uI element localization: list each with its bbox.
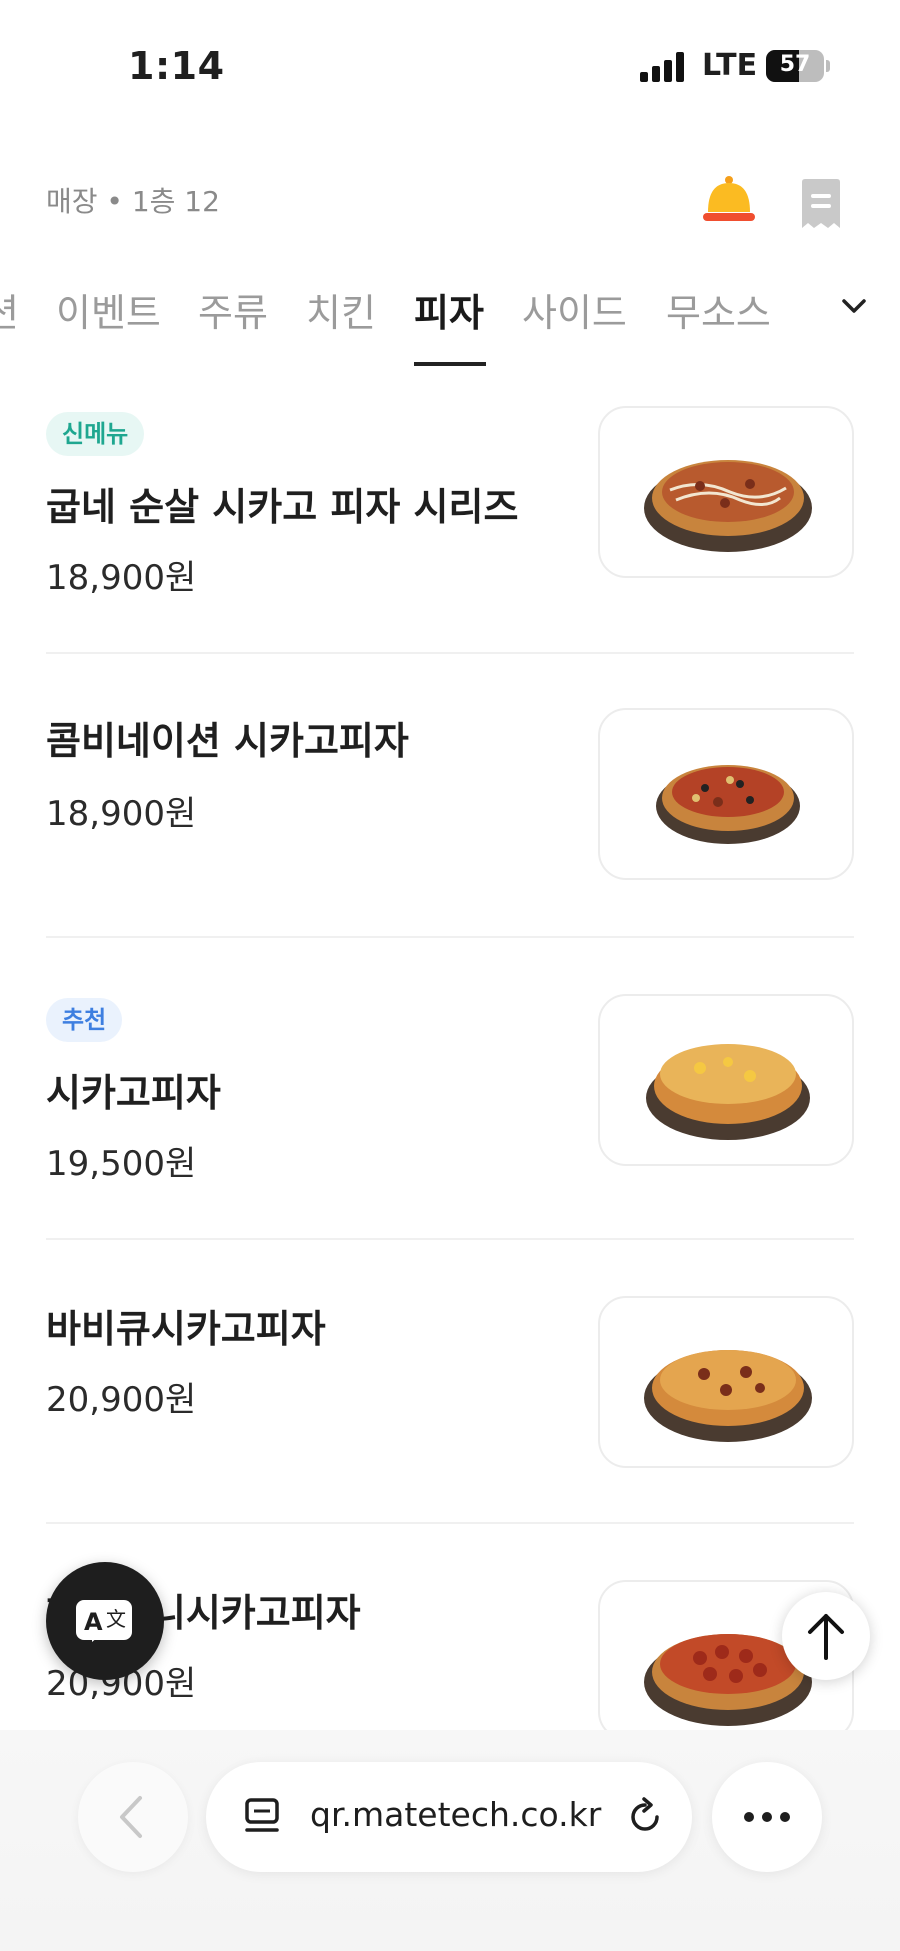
tab-event[interactable]: 이벤트	[56, 282, 161, 337]
item-price: 18,900원	[46, 794, 197, 834]
tab-pizza[interactable]: 피자	[414, 282, 484, 337]
more-icon	[744, 1812, 790, 1822]
clock: 1:14	[128, 44, 225, 88]
tab-nosauce[interactable]: 무소스	[666, 282, 771, 337]
menu-item[interactable]: 바비큐시카고피자 20,900원	[0, 1240, 900, 1524]
pizza-image	[598, 708, 854, 880]
pizza-image	[598, 994, 854, 1166]
bell-icon[interactable]	[700, 174, 758, 230]
badge-recommend: 추천	[46, 998, 123, 1042]
translate-button[interactable]: A 文	[46, 1562, 164, 1680]
receipt-icon[interactable]	[798, 178, 844, 230]
tab-partial[interactable]: 션	[0, 282, 19, 337]
svg-text:A: A	[84, 1608, 103, 1636]
menu-list: 신메뉴 굽네 순살 시카고 피자 시리즈 18,900원 콤비네이션 시카고피자…	[0, 400, 900, 1730]
scroll-top-button[interactable]	[782, 1592, 870, 1680]
item-price: 19,500원	[46, 1144, 197, 1184]
pizza-image	[598, 406, 854, 578]
url-text: qr.matetech.co.kr	[310, 1795, 602, 1834]
svg-text:文: 文	[106, 1607, 126, 1631]
menu-item[interactable]: 콤비네이션 시카고피자 18,900원	[0, 654, 900, 938]
badge-new: 신메뉴	[46, 412, 145, 456]
signal-icon	[640, 52, 686, 82]
chevron-down-icon[interactable]	[838, 290, 870, 322]
battery-level: 57	[779, 52, 811, 77]
tab-chicken[interactable]: 치킨	[306, 282, 376, 337]
reload-icon	[631, 1797, 659, 1831]
more-button[interactable]	[712, 1762, 822, 1872]
back-button[interactable]	[78, 1762, 188, 1872]
active-tab-indicator	[414, 362, 486, 366]
chevron-left-icon	[120, 1796, 142, 1838]
tab-alcohol[interactable]: 주류	[198, 282, 268, 337]
browser-toolbar: qr.matetech.co.kr	[0, 1730, 900, 1951]
tab-side[interactable]: 사이드	[522, 282, 627, 337]
item-name: 굽네 순살 시카고 피자 시리즈	[46, 485, 519, 529]
item-name: 콤비네이션 시카고피자	[46, 719, 409, 763]
menu-item[interactable]: 신메뉴 굽네 순살 시카고 피자 시리즈 18,900원	[0, 400, 900, 654]
pizza-image	[598, 1296, 854, 1468]
battery-cap	[826, 60, 830, 72]
store-label: 매장 • 1층 12	[46, 185, 220, 218]
page-icon	[245, 1798, 279, 1832]
network-type: LTE	[702, 48, 758, 83]
item-price: 20,900원	[46, 1380, 197, 1420]
category-tabs: 션 이벤트 주류 치킨 피자 사이드 무소스	[0, 272, 900, 372]
battery-icon: 57	[766, 50, 824, 82]
menu-item[interactable]: 추천 시카고피자 19,500원	[0, 938, 900, 1240]
address-bar[interactable]: qr.matetech.co.kr	[206, 1762, 692, 1872]
arrow-up-icon	[808, 1614, 844, 1660]
status-bar: 1:14 LTE 57	[0, 0, 900, 130]
translate-icon: A 文	[76, 1600, 132, 1642]
item-name: 바비큐시카고피자	[46, 1307, 326, 1351]
item-price: 18,900원	[46, 558, 197, 598]
item-name: 시카고피자	[46, 1071, 221, 1115]
